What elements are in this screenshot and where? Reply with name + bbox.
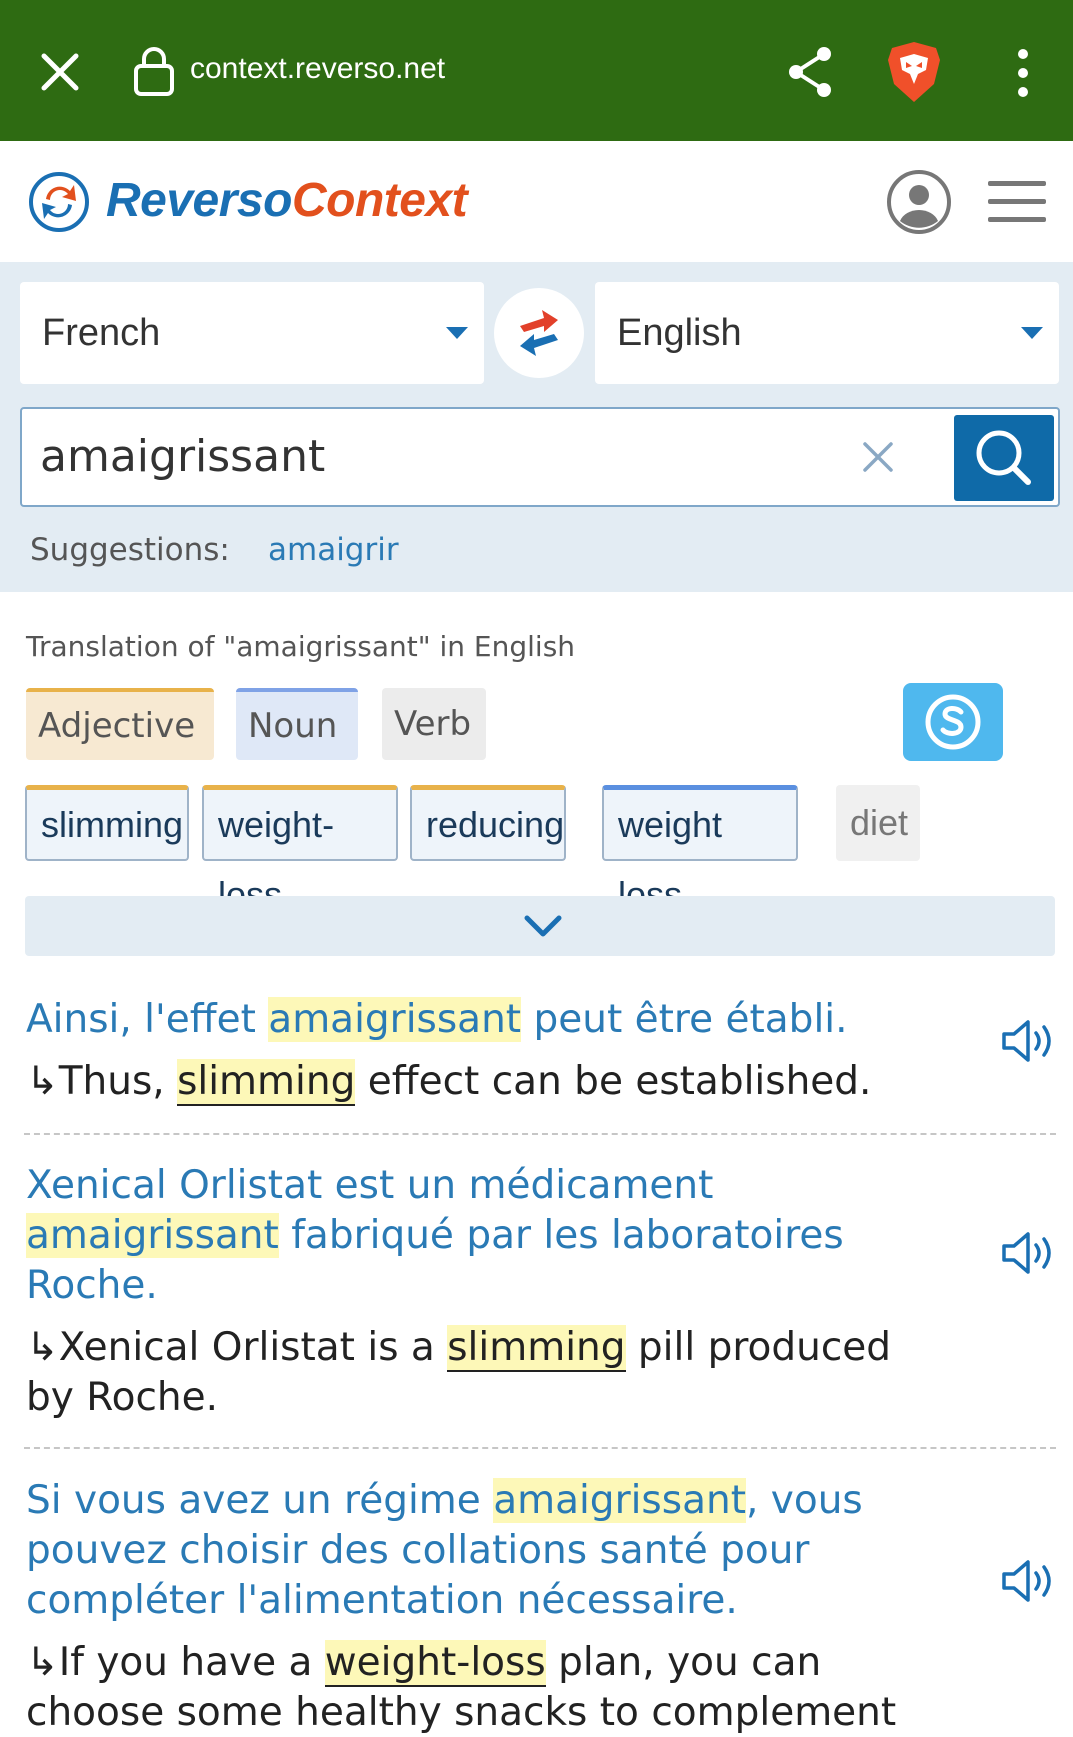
target-language-label: English [617,312,742,354]
show-more-translations-button[interactable] [25,896,1055,956]
source-language-select[interactable]: French [20,282,484,384]
target-highlight: weight-loss [324,1640,546,1687]
source-highlight: amaigrissant [26,1213,279,1258]
example-source-sentence[interactable]: Si vous avez un régime amaigrissant, vou… [26,1476,906,1626]
lock-icon[interactable] [132,46,176,98]
share-icon[interactable] [784,44,836,100]
pos-filter-adjective[interactable]: Adjective [26,688,214,760]
brand-name-context: Context [291,174,468,227]
example-divider [24,1133,1056,1135]
example-target-sentence[interactable]: ↳Xenical Orlistat is a slimming pill pro… [26,1323,926,1423]
example-item: Xenical Orlistat est un médicament amaig… [26,1161,1026,1423]
source-language-label: French [42,312,161,354]
example-target-sentence[interactable]: ↳If you have a weight-loss plan, you can… [26,1638,926,1737]
address-bar-url[interactable]: context.reverso.net [190,52,445,86]
example-item: Ainsi, l'effet amaigrissant peut être ét… [26,995,1026,1107]
suggestions-label: Suggestions: [30,532,230,568]
example-target-sentence[interactable]: ↳Thus, slimming effect can be establishe… [26,1057,926,1107]
target-text: If you have a [58,1640,325,1685]
browser-toolbar: context.reverso.net [0,0,1073,141]
translation-heading: Translation of "amaigrissant" in English [26,630,576,663]
brand-logo-text[interactable]: ReversoContext [106,173,468,228]
hamburger-menu-icon[interactable] [986,177,1048,227]
pos-filter-noun[interactable]: Noun [236,688,358,760]
user-account-icon[interactable] [886,169,952,235]
reverso-logo-icon[interactable] [28,171,90,233]
skype-share-button[interactable] [903,683,1003,761]
suggestion-link[interactable]: amaigrir [268,532,399,568]
target-text: Thus, [58,1059,178,1104]
translation-chip[interactable]: reducing [410,785,566,861]
pos-filter-verb[interactable]: Verb [382,688,486,760]
search-button[interactable] [954,415,1054,501]
target-text: Xenical Orlistat is a [58,1325,448,1370]
target-highlight: slimming [447,1325,626,1372]
example-source-sentence[interactable]: Xenical Orlistat est un médicament amaig… [26,1161,906,1311]
brand-name-reverso: Reverso [106,174,292,227]
swap-languages-button[interactable] [494,288,584,378]
return-arrow-icon: ↳ [26,1059,59,1104]
clear-search-icon[interactable] [860,439,896,475]
source-highlight: amaigrissant [268,997,522,1042]
example-item: Si vous avez un régime amaigrissant, vou… [26,1476,1026,1737]
brave-shield-icon[interactable] [884,40,944,104]
target-highlight: slimming [177,1059,356,1106]
close-icon[interactable] [36,48,84,96]
target-text: effect can be established. [355,1059,872,1104]
search-panel: French English Suggestions: amaigrir [0,262,1073,592]
return-arrow-icon: ↳ [26,1325,59,1370]
search-icon [976,430,1031,485]
chevron-down-icon [524,915,562,937]
search-input[interactable] [40,431,820,482]
speaker-icon[interactable] [1000,1228,1056,1278]
example-source-sentence[interactable]: Ainsi, l'effet amaigrissant peut être ét… [26,995,906,1045]
return-arrow-icon: ↳ [26,1640,59,1685]
swap-arrows-icon [520,310,558,356]
skype-icon [925,694,981,750]
source-text: Ainsi, l'effet [26,997,269,1042]
source-text: Si vous avez un régime [26,1478,494,1523]
translation-chip[interactable]: diet [836,785,920,861]
example-divider [24,1447,1056,1449]
more-options-icon[interactable] [1010,48,1036,98]
source-highlight: amaigrissant [493,1478,746,1523]
search-field-container [20,407,1060,507]
chevron-down-icon [1021,327,1043,339]
speaker-icon[interactable] [1000,1556,1056,1606]
speaker-icon[interactable] [1000,1016,1056,1066]
translation-chip[interactable]: slimming [25,785,189,861]
translation-chip[interactable]: weight-loss [202,785,398,915]
site-header: ReversoContext [0,141,1073,262]
translation-chip[interactable]: weight loss [602,785,798,915]
chevron-down-icon [446,327,468,339]
target-language-select[interactable]: English [595,282,1059,384]
source-text: Xenical Orlistat est un médicament [26,1163,714,1208]
source-text: peut être établi. [521,997,848,1042]
